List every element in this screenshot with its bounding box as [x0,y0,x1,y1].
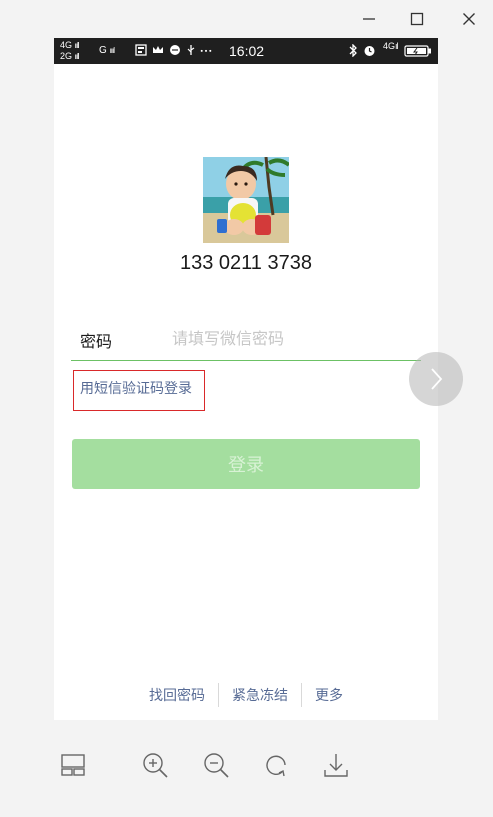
zoom-in-icon [143,753,168,778]
close-icon [463,13,475,25]
crown-icon [153,46,163,53]
sms-login-link[interactable]: 用短信验证码登录 [80,378,192,398]
network-type-2: 2G [60,51,73,61]
rotate-button[interactable] [262,750,290,780]
avatar-image [203,157,289,243]
more-notifications-icon [200,49,212,52]
download-button[interactable] [322,750,350,780]
zoom-out-button[interactable] [202,750,230,780]
zoom-in-button[interactable] [141,750,169,780]
phone-number: 133 0211 3738 [180,252,312,274]
network-indicator: 4G ııll 2G ııll [60,40,80,61]
layout-icon [61,754,85,776]
status-time: 16:02 [229,43,265,59]
more-link[interactable]: 更多 [302,685,356,705]
usb-icon [187,45,195,55]
emergency-freeze-link[interactable]: 紧急冻结 [219,685,301,705]
password-underline [71,360,421,361]
phone-screen: 4G ııll 2G ııll G ıııl 16:02 4Gıl 133 02… [54,38,438,720]
maximize-icon [410,12,424,26]
minimize-icon [363,18,375,20]
download-icon [324,754,348,777]
close-button[interactable] [458,8,480,30]
maximize-button[interactable] [406,8,428,30]
network-4g: 4Gıl [383,41,398,51]
footer-links: 找回密码 紧急冻结 更多 [54,683,438,707]
gsm-signal: G ıııl [99,45,115,56]
chevron-right-icon [431,368,443,390]
rotate-icon [266,755,286,777]
bluetooth-icon [349,44,357,57]
password-input[interactable] [172,324,412,352]
password-label: 密码 [80,332,113,351]
minimize-button[interactable] [358,8,380,30]
chat-icon [170,45,180,55]
user-avatar [203,157,289,243]
status-bar: 4G ııll 2G ııll G ıııl 16:02 4Gıl [54,38,438,64]
layout-button[interactable] [59,750,87,780]
battery-icon [404,45,431,57]
login-button[interactable]: 登录 [72,439,420,489]
app-window: 4G ııll 2G ııll G ıııl 16:02 4Gıl 133 02… [0,0,493,817]
zoom-out-icon [204,753,229,778]
next-page-button[interactable] [409,352,463,406]
alarm-icon [364,46,375,56]
network-type-1: 4G [60,40,73,50]
recover-password-link[interactable]: 找回密码 [136,685,218,705]
notification-icon [135,44,147,56]
